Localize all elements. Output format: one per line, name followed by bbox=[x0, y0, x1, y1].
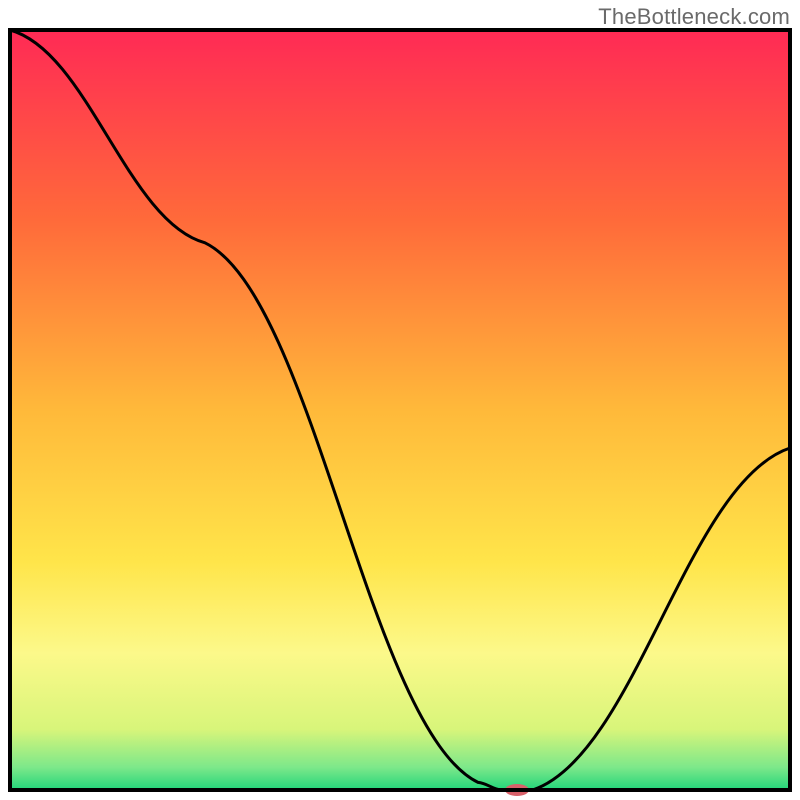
chart-svg bbox=[0, 0, 800, 800]
bottleneck-chart: TheBottleneck.com bbox=[0, 0, 800, 800]
plot-area bbox=[10, 30, 790, 796]
watermark-text: TheBottleneck.com bbox=[598, 4, 790, 30]
